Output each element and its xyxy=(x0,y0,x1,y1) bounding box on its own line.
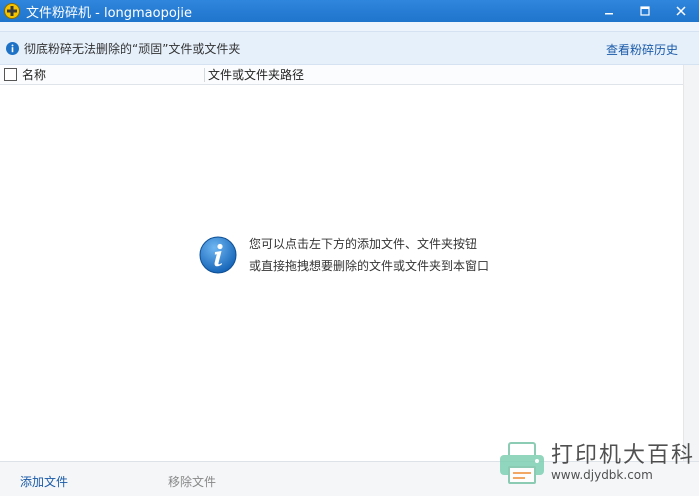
watermark-text: 打印机大百科 www.djydbk.com xyxy=(550,443,695,483)
info-icon xyxy=(6,41,19,55)
maximize-icon xyxy=(640,6,650,16)
empty-message-line-2: 或直接拖拽想要删除的文件或文件夹到本窗口 xyxy=(249,259,490,273)
minimize-button[interactable] xyxy=(591,0,627,22)
vertical-scrollbar[interactable] xyxy=(683,65,699,461)
maximize-button[interactable] xyxy=(627,0,663,22)
add-file-button[interactable]: 添加文件 xyxy=(20,473,68,490)
window-title: 文件粉碎机 - longmaopojie xyxy=(26,5,193,21)
empty-message-line-1: 您可以点击左下方的添加文件、文件夹按钮 xyxy=(249,237,478,251)
empty-message: 您可以点击左下方的添加文件、文件夹按钮 或直接拖拽想要删除的文件或文件夹到本窗口 xyxy=(249,237,489,273)
window-controls xyxy=(591,0,699,22)
title-bar: 文件粉碎机 - longmaopojie xyxy=(0,0,699,22)
watermark-title: 打印机大百科 xyxy=(550,443,695,468)
select-all-checkbox[interactable] xyxy=(4,68,17,81)
column-header-name[interactable]: 名称 xyxy=(22,66,204,83)
empty-state: 您可以点击左下方的添加文件、文件夹按钮 或直接拖拽想要删除的文件或文件夹到本窗口 xyxy=(199,236,489,274)
app-icon xyxy=(4,3,20,19)
close-button[interactable] xyxy=(663,0,699,22)
table-header: 名称 文件或文件夹路径 xyxy=(0,65,699,85)
view-history-link[interactable]: 查看粉碎历史 xyxy=(606,41,678,58)
watermark-url: www.djydbk.com xyxy=(550,468,653,482)
remove-file-button[interactable]: 移除文件 xyxy=(168,473,216,490)
column-header-path[interactable]: 文件或文件夹路径 xyxy=(208,66,304,83)
watermark: 打印机大百科 www.djydbk.com xyxy=(497,441,695,485)
close-icon xyxy=(676,6,686,16)
title-gap xyxy=(0,22,699,31)
info-bar: 彻底粉碎无法删除的“顽固”文件或文件夹 查看粉碎历史 xyxy=(0,31,699,65)
column-divider[interactable] xyxy=(204,67,205,82)
info-text: 彻底粉碎无法删除的“顽固”文件或文件夹 xyxy=(24,41,241,56)
printer-icon xyxy=(499,442,544,484)
large-info-icon xyxy=(199,236,237,274)
minimize-icon xyxy=(605,13,613,15)
